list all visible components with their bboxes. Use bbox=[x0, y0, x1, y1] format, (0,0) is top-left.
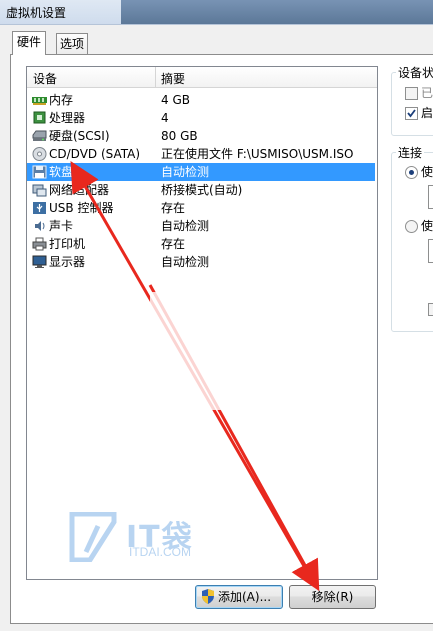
device-row-floppy[interactable]: 软盘 自动检测 bbox=[27, 163, 375, 181]
connected-label: 已 bbox=[421, 86, 433, 100]
connection-group: 连接 使 使 bbox=[391, 144, 433, 332]
remove-button-label: 移除(R) bbox=[311, 590, 354, 604]
memory-icon bbox=[32, 97, 47, 105]
device-name: USB 控制器 bbox=[49, 201, 114, 215]
device-name: 软盘 bbox=[49, 165, 74, 179]
device-row-usb-controller[interactable]: USB 控制器 存在 bbox=[27, 199, 375, 217]
device-row-display[interactable]: 显示器 自动检测 bbox=[27, 253, 375, 271]
connect-at-power-on-checkbox[interactable] bbox=[405, 107, 418, 120]
use-image-file-label: 使 bbox=[421, 219, 433, 233]
device-row-network-adapter[interactable]: 网络适配器 桥接模式(自动) bbox=[27, 181, 375, 199]
connect-at-power-on-label: 启 bbox=[421, 106, 433, 120]
device-row-printer[interactable]: 打印机 存在 bbox=[27, 235, 375, 253]
use-physical-drive-label: 使 bbox=[421, 165, 433, 179]
device-summary: 4 GB bbox=[161, 93, 190, 107]
device-name: 显示器 bbox=[49, 255, 86, 269]
device-summary: 自动检测 bbox=[161, 255, 210, 269]
connection-title: 连接 bbox=[396, 144, 425, 161]
sound-card-icon bbox=[35, 221, 45, 231]
device-row-harddisk[interactable]: 硬盘(SCSI) 80 GB bbox=[27, 127, 375, 145]
title-bar: 虚拟机设置 bbox=[0, 0, 433, 25]
usb-icon bbox=[33, 202, 46, 214]
device-list[interactable]: 设备 摘要 内存 4 GB 处理器 4 硬盘(SCSI) 80 GB CD/DV… bbox=[26, 66, 378, 580]
vm-settings-window: 虚拟机设置 硬件 选项 设备 摘要 内存 4 GB 处理器 4 硬盘(SCSI)… bbox=[0, 0, 433, 631]
device-list-header: 设备 摘要 bbox=[27, 67, 377, 88]
device-name: CD/DVD (SATA) bbox=[49, 147, 141, 161]
device-summary: 桥接模式(自动) bbox=[161, 183, 243, 197]
device-name: 处理器 bbox=[49, 111, 86, 125]
physical-drive-select[interactable] bbox=[428, 185, 433, 209]
device-summary: 4 bbox=[161, 111, 169, 125]
watermark-logo-icon bbox=[69, 512, 117, 562]
device-name: 声卡 bbox=[49, 219, 74, 233]
device-name: 硬盘(SCSI) bbox=[49, 129, 110, 143]
use-physical-drive-radio[interactable] bbox=[405, 166, 418, 179]
device-row-cd-dvd[interactable]: CD/DVD (SATA) 正在使用文件 F:\USMISO\USM.ISO bbox=[27, 145, 375, 163]
read-only-checkbox[interactable] bbox=[428, 303, 433, 316]
connected-checkbox[interactable] bbox=[405, 87, 418, 100]
harddisk-icon bbox=[32, 130, 47, 141]
device-row-processor[interactable]: 处理器 4 bbox=[27, 109, 375, 127]
floppy-icon bbox=[32, 165, 47, 179]
checkmark-icon bbox=[407, 109, 416, 118]
printer-icon bbox=[32, 237, 47, 251]
device-row-memory[interactable]: 内存 4 GB bbox=[27, 91, 375, 109]
column-header-summary[interactable]: 摘要 bbox=[161, 70, 185, 87]
device-name: 打印机 bbox=[49, 237, 86, 251]
image-file-path-input[interactable] bbox=[428, 239, 433, 263]
device-status-title: 设备状 bbox=[396, 64, 433, 81]
tab-options[interactable]: 选项 bbox=[56, 33, 88, 54]
device-summary: 自动检测 bbox=[161, 165, 210, 179]
add-button[interactable]: 添加(A)... bbox=[195, 585, 283, 609]
cd-dvd-icon bbox=[32, 147, 47, 161]
device-name: 网络适配器 bbox=[49, 183, 110, 197]
radio-dot-icon bbox=[409, 170, 414, 175]
column-header-device[interactable]: 设备 bbox=[33, 70, 57, 87]
add-button-label: 添加(A)... bbox=[218, 590, 272, 604]
device-summary: 自动检测 bbox=[161, 219, 210, 233]
device-row-sound-card[interactable]: 声卡 自动检测 bbox=[27, 217, 375, 235]
watermark-url: ITDAI.COM bbox=[129, 545, 191, 559]
display-icon bbox=[32, 255, 47, 268]
window-title: 虚拟机设置 bbox=[6, 6, 67, 20]
itdai-watermark: IT袋 ITDAI.COM bbox=[68, 512, 218, 562]
device-summary: 正在使用文件 F:\USMISO\USM.ISO bbox=[161, 147, 354, 161]
device-summary: 80 GB bbox=[161, 129, 198, 143]
processor-icon bbox=[33, 111, 46, 124]
uac-shield-icon bbox=[202, 589, 214, 604]
use-image-file-radio[interactable] bbox=[405, 220, 418, 233]
device-name: 内存 bbox=[49, 93, 74, 107]
tab-hardware[interactable]: 硬件 bbox=[12, 31, 46, 55]
remove-button[interactable]: 移除(R) bbox=[289, 585, 376, 609]
column-divider[interactable] bbox=[155, 67, 156, 87]
network-adapter-icon bbox=[32, 184, 47, 197]
device-summary: 存在 bbox=[161, 237, 186, 251]
device-summary: 存在 bbox=[161, 201, 186, 215]
title-bar-background bbox=[121, 0, 433, 24]
device-status-group: 设备状 已 启 bbox=[391, 64, 433, 136]
